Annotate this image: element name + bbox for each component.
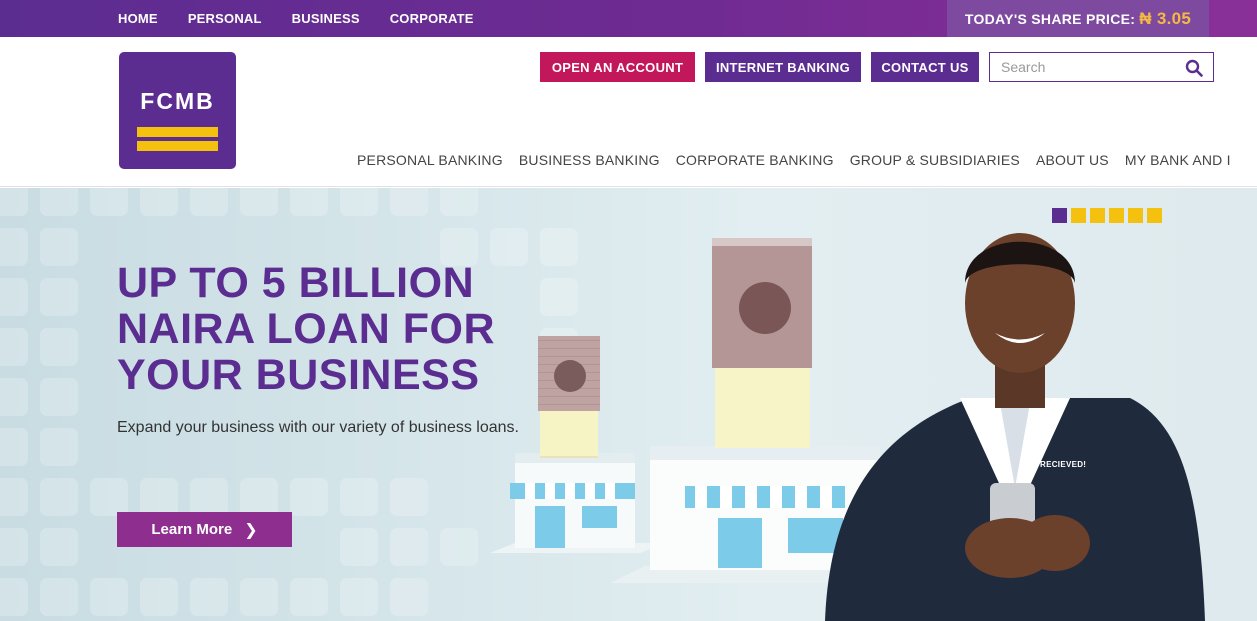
- logo-text: FCMB: [140, 88, 215, 114]
- nav-personal-banking[interactable]: PERSONAL BANKING: [357, 152, 503, 168]
- hero-illustration: [490, 233, 1205, 621]
- nav-business-banking[interactable]: BUSINESS BANKING: [519, 152, 660, 168]
- share-price-value: ₦ 3.05: [1139, 8, 1192, 28]
- top-nav-business[interactable]: BUSINESS: [292, 11, 360, 26]
- hero-subtext: Expand your business with our variety of…: [117, 419, 519, 436]
- top-nav: HOME PERSONAL BUSINESS CORPORATE: [118, 0, 504, 37]
- top-nav-home[interactable]: HOME: [118, 11, 158, 26]
- hero-headline-line: UP TO 5 BILLION: [117, 259, 475, 307]
- share-price-label: TODAY'S SHARE PRICE:: [964, 10, 1136, 27]
- top-nav-personal[interactable]: PERSONAL: [188, 11, 262, 26]
- header: FCMB OPEN AN ACCOUNT INTERNET BANKING CO…: [0, 37, 1257, 187]
- hero-headline: UP TO 5 BILLION NAIRA LOAN FOR YOUR BUSI…: [117, 260, 495, 398]
- share-price-box: TODAY'S SHARE PRICE: ₦ 3.05: [947, 0, 1209, 37]
- contact-us-button[interactable]: CONTACT US: [871, 52, 979, 82]
- nav-my-bank-and-i[interactable]: MY BANK AND I: [1125, 152, 1231, 168]
- top-nav-corporate[interactable]: CORPORATE: [390, 11, 474, 26]
- nav-corporate-banking[interactable]: CORPORATE BANKING: [676, 152, 834, 168]
- hero-headline-line: NAIRA LOAN FOR: [117, 305, 496, 353]
- man-with-phone-illustration: [825, 233, 1205, 621]
- small-cash-stack-illustration: [538, 336, 600, 458]
- large-cash-stack-illustration: [712, 238, 812, 448]
- slide-dot[interactable]: [1071, 208, 1086, 223]
- phone-notification-label: RECIEVED!: [1040, 460, 1087, 469]
- logo-stripe: [137, 127, 218, 137]
- search-input[interactable]: [990, 53, 1180, 81]
- nav-about-us[interactable]: ABOUT US: [1036, 152, 1109, 168]
- internet-banking-button[interactable]: INTERNET BANKING: [705, 52, 861, 82]
- chevron-right-icon: ❯: [244, 521, 258, 539]
- slide-dot[interactable]: [1052, 208, 1067, 223]
- small-store-illustration: [490, 453, 665, 553]
- search-box: [989, 52, 1214, 82]
- slide-dot[interactable]: [1090, 208, 1105, 223]
- slide-dot[interactable]: [1147, 208, 1162, 223]
- hero-headline-line: YOUR BUSINESS: [117, 351, 480, 399]
- logo-stripe: [137, 141, 218, 151]
- main-nav: PERSONAL BANKING BUSINESS BANKING CORPOR…: [357, 152, 1247, 168]
- search-icon[interactable]: [1185, 59, 1203, 77]
- fcmb-logo[interactable]: FCMB: [119, 52, 236, 169]
- slide-dot[interactable]: [1109, 208, 1124, 223]
- slide-indicators: [1052, 208, 1166, 223]
- top-bar: HOME PERSONAL BUSINESS CORPORATE TODAY'S…: [0, 0, 1257, 37]
- slide-dot[interactable]: [1128, 208, 1143, 223]
- open-account-button[interactable]: OPEN AN ACCOUNT: [540, 52, 695, 82]
- hero-banner: UP TO 5 BILLION NAIRA LOAN FOR YOUR BUSI…: [0, 188, 1257, 621]
- nav-group-subsidiaries[interactable]: GROUP & SUBSIDIARIES: [850, 152, 1020, 168]
- learn-more-label: Learn More: [151, 521, 233, 538]
- learn-more-button[interactable]: Learn More ❯: [117, 512, 292, 547]
